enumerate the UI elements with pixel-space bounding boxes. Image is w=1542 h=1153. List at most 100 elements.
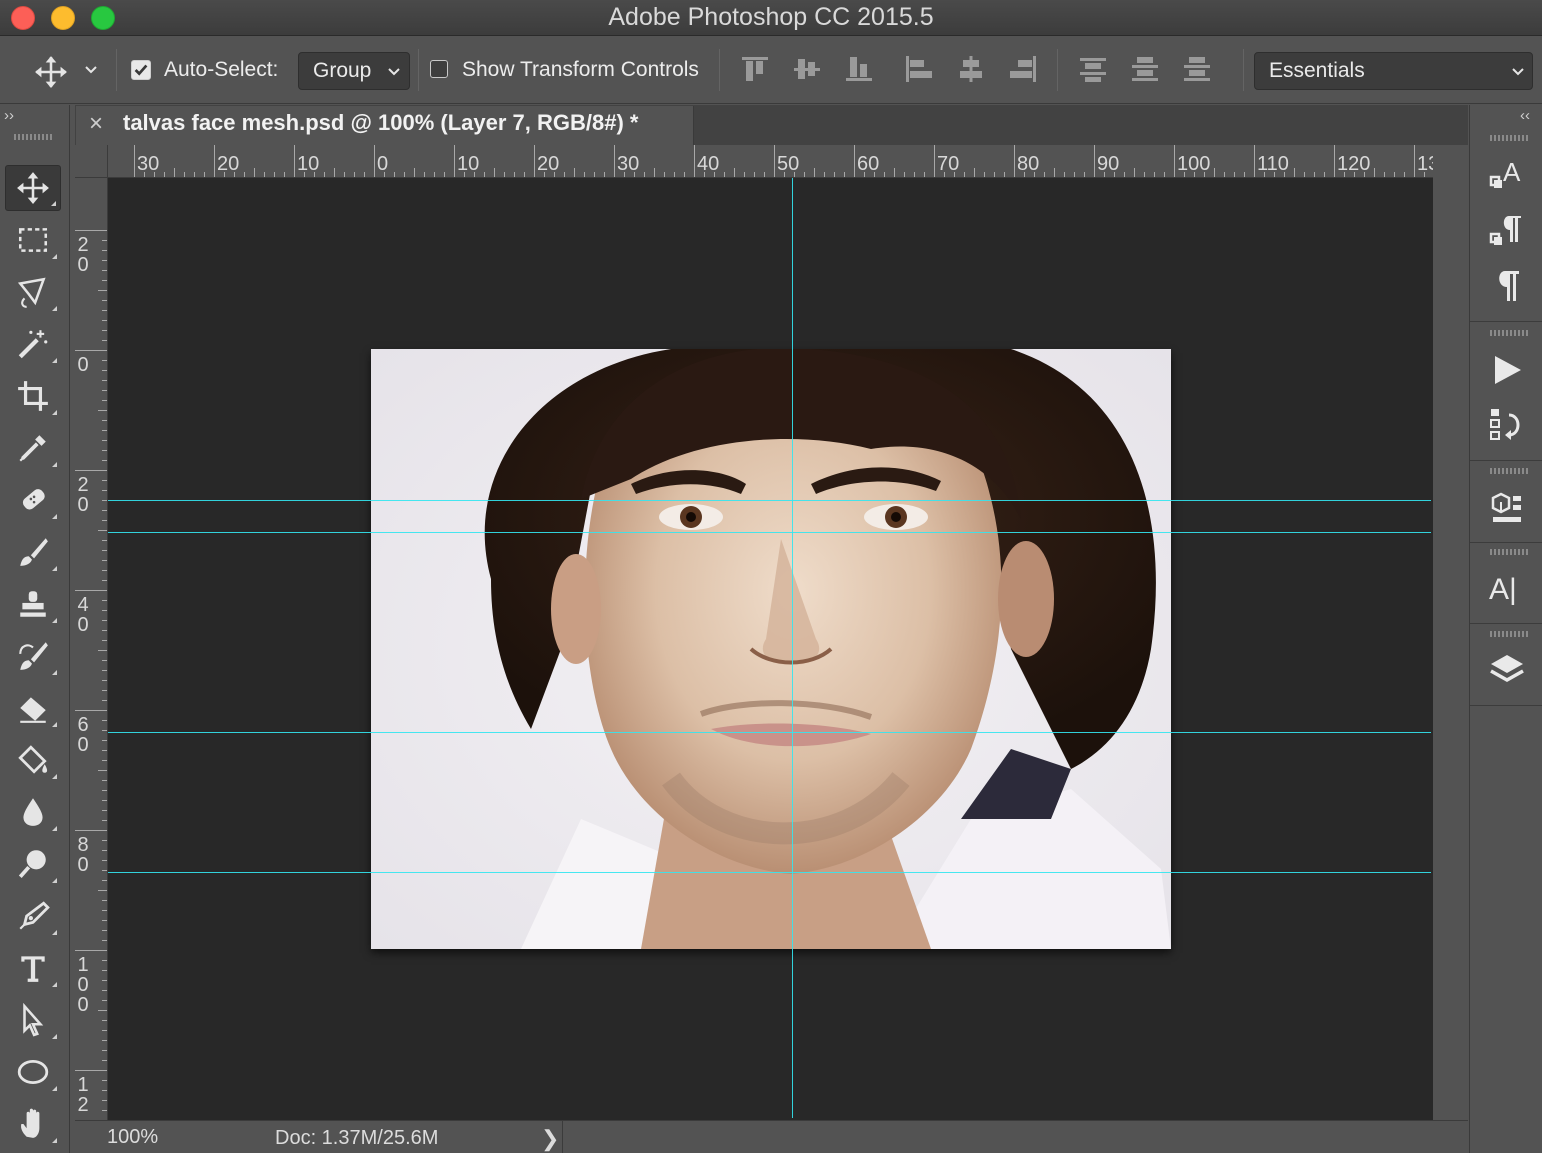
horizontal-guide[interactable] bbox=[108, 500, 1431, 501]
zoom-level[interactable]: 100% bbox=[107, 1126, 158, 1149]
brush-tool[interactable] bbox=[5, 529, 61, 575]
window-title: Adobe Photoshop CC 2015.5 bbox=[608, 3, 934, 31]
ruler-minor-tick bbox=[102, 780, 107, 781]
distribute-vertical-centers-icon[interactable] bbox=[1129, 53, 1161, 85]
ruler-label: 6 bbox=[77, 714, 89, 736]
ruler-minor-tick bbox=[184, 172, 185, 177]
auto-select-mode-dropdown[interactable]: Group bbox=[298, 52, 410, 90]
marquee-tool[interactable] bbox=[5, 217, 61, 263]
ruler-minor-tick bbox=[102, 1000, 107, 1001]
horizontal-guide[interactable] bbox=[108, 872, 1431, 873]
dock-grip[interactable] bbox=[1490, 549, 1528, 555]
distribute-top-edges-icon[interactable] bbox=[1077, 53, 1109, 85]
eyedropper-icon bbox=[19, 435, 46, 462]
tool-flyout-indicator bbox=[52, 878, 57, 883]
ruler-minor-tick bbox=[924, 172, 925, 177]
ruler-major-tick bbox=[75, 1070, 107, 1071]
history-brush-icon bbox=[19, 642, 48, 670]
workspace-dropdown[interactable]: Essentials bbox=[1254, 52, 1533, 90]
chevron-down-icon[interactable] bbox=[84, 62, 98, 80]
dock-grip[interactable] bbox=[1490, 330, 1528, 336]
type-tool[interactable] bbox=[5, 945, 61, 991]
ruler-minor-tick bbox=[554, 172, 555, 177]
paragraph-panel-icon[interactable] bbox=[1485, 265, 1529, 309]
paragraph-styles-icon[interactable] bbox=[1485, 210, 1529, 254]
ruler-label: 1 bbox=[77, 954, 89, 976]
ruler-minor-tick bbox=[524, 172, 525, 177]
collapse-toolbar-toggle[interactable]: ›› bbox=[4, 107, 14, 124]
horizontal-guide[interactable] bbox=[108, 532, 1431, 533]
distribute-bottom-edges-icon[interactable] bbox=[1181, 53, 1213, 85]
history-brush-tool[interactable] bbox=[5, 633, 61, 679]
dock-grip[interactable] bbox=[1490, 631, 1528, 637]
ellipse-icon bbox=[17, 1059, 49, 1085]
hand-icon bbox=[21, 1108, 40, 1138]
character-styles-icon[interactable]: A bbox=[1485, 153, 1529, 197]
horizontal-guide[interactable] bbox=[108, 732, 1431, 733]
vertical-guide[interactable] bbox=[792, 178, 793, 1118]
ruler-minor-tick bbox=[102, 460, 107, 461]
lasso-tool[interactable] bbox=[5, 269, 61, 315]
ruler-origin-corner[interactable] bbox=[75, 145, 108, 178]
status-menu-arrow-icon[interactable]: ❯ bbox=[541, 1126, 559, 1152]
blur-tool[interactable] bbox=[5, 789, 61, 835]
tool-flyout-indicator bbox=[52, 982, 57, 987]
magic-wand-tool[interactable] bbox=[5, 321, 61, 367]
hand-tool[interactable] bbox=[5, 1101, 61, 1147]
portrait-image[interactable] bbox=[371, 349, 1171, 949]
pen-tool[interactable] bbox=[5, 893, 61, 939]
vertical-ruler[interactable]: 2002040608010012 bbox=[75, 178, 108, 1120]
move-tool[interactable] bbox=[5, 165, 61, 211]
ruler-minor-tick bbox=[844, 172, 845, 177]
horizontal-ruler[interactable]: 302010010203040506070809010011012013 bbox=[108, 145, 1433, 178]
align-vertical-centers-icon[interactable] bbox=[791, 53, 823, 85]
healing-brush-tool[interactable] bbox=[5, 477, 61, 523]
close-tab-icon[interactable]: × bbox=[89, 110, 103, 138]
dock-grip[interactable] bbox=[1490, 468, 1528, 474]
ruler-minor-tick bbox=[744, 172, 745, 177]
ruler-minor-tick bbox=[1224, 172, 1225, 177]
crop-tool[interactable] bbox=[5, 373, 61, 419]
workspace-value: Essentials bbox=[1269, 59, 1365, 82]
toolbar-grip[interactable] bbox=[14, 134, 52, 140]
eyedropper-tool[interactable] bbox=[5, 425, 61, 471]
dock-grip[interactable] bbox=[1490, 135, 1528, 141]
3d-panel-icon[interactable] bbox=[1485, 486, 1529, 530]
history-icon[interactable] bbox=[1485, 403, 1529, 447]
document-canvas[interactable] bbox=[108, 178, 1433, 1120]
actions-play-icon[interactable] bbox=[1485, 348, 1529, 392]
layers-icon[interactable] bbox=[1485, 649, 1529, 693]
move-tool-preset-icon[interactable] bbox=[34, 55, 72, 88]
tool-flyout-indicator bbox=[52, 722, 57, 727]
align-horizontal-centers-icon[interactable] bbox=[955, 53, 987, 85]
tool-flyout-indicator bbox=[52, 358, 57, 363]
ruler-label: 20 bbox=[217, 153, 240, 175]
paint-bucket-tool[interactable] bbox=[5, 737, 61, 783]
glyphs-panel-icon[interactable]: A| bbox=[1485, 567, 1529, 611]
ruler-minor-tick bbox=[904, 172, 905, 177]
auto-select-checkbox[interactable] bbox=[131, 60, 151, 80]
eraser-tool[interactable] bbox=[5, 685, 61, 731]
ruler-minor-tick bbox=[1064, 172, 1065, 177]
ruler-minor-tick bbox=[102, 540, 107, 541]
ruler-minor-tick bbox=[874, 172, 875, 177]
align-right-edges-icon[interactable] bbox=[1007, 53, 1039, 85]
path-selection-tool[interactable] bbox=[5, 997, 61, 1043]
clone-stamp-tool[interactable] bbox=[5, 581, 61, 627]
ruler-minor-tick bbox=[334, 168, 335, 177]
align-top-edges-icon[interactable] bbox=[739, 53, 771, 85]
dodge-tool[interactable] bbox=[5, 841, 61, 887]
ruler-minor-tick bbox=[1034, 172, 1035, 177]
ruler-minor-tick bbox=[704, 172, 705, 177]
type-icon bbox=[21, 956, 45, 982]
ruler-minor-tick bbox=[102, 940, 107, 941]
show-transform-controls-checkbox[interactable] bbox=[430, 60, 448, 78]
align-left-edges-icon[interactable] bbox=[903, 53, 935, 85]
document-info: Doc: 1.37M/25.6M bbox=[275, 1127, 439, 1149]
ruler-minor-tick bbox=[102, 1110, 107, 1111]
ruler-label: 10 bbox=[457, 153, 480, 175]
ellipse-tool[interactable] bbox=[5, 1049, 61, 1095]
align-bottom-edges-icon[interactable] bbox=[843, 53, 875, 85]
ruler-minor-tick bbox=[102, 1050, 107, 1051]
collapse-dock-toggle[interactable]: ‹‹ bbox=[1520, 107, 1530, 124]
